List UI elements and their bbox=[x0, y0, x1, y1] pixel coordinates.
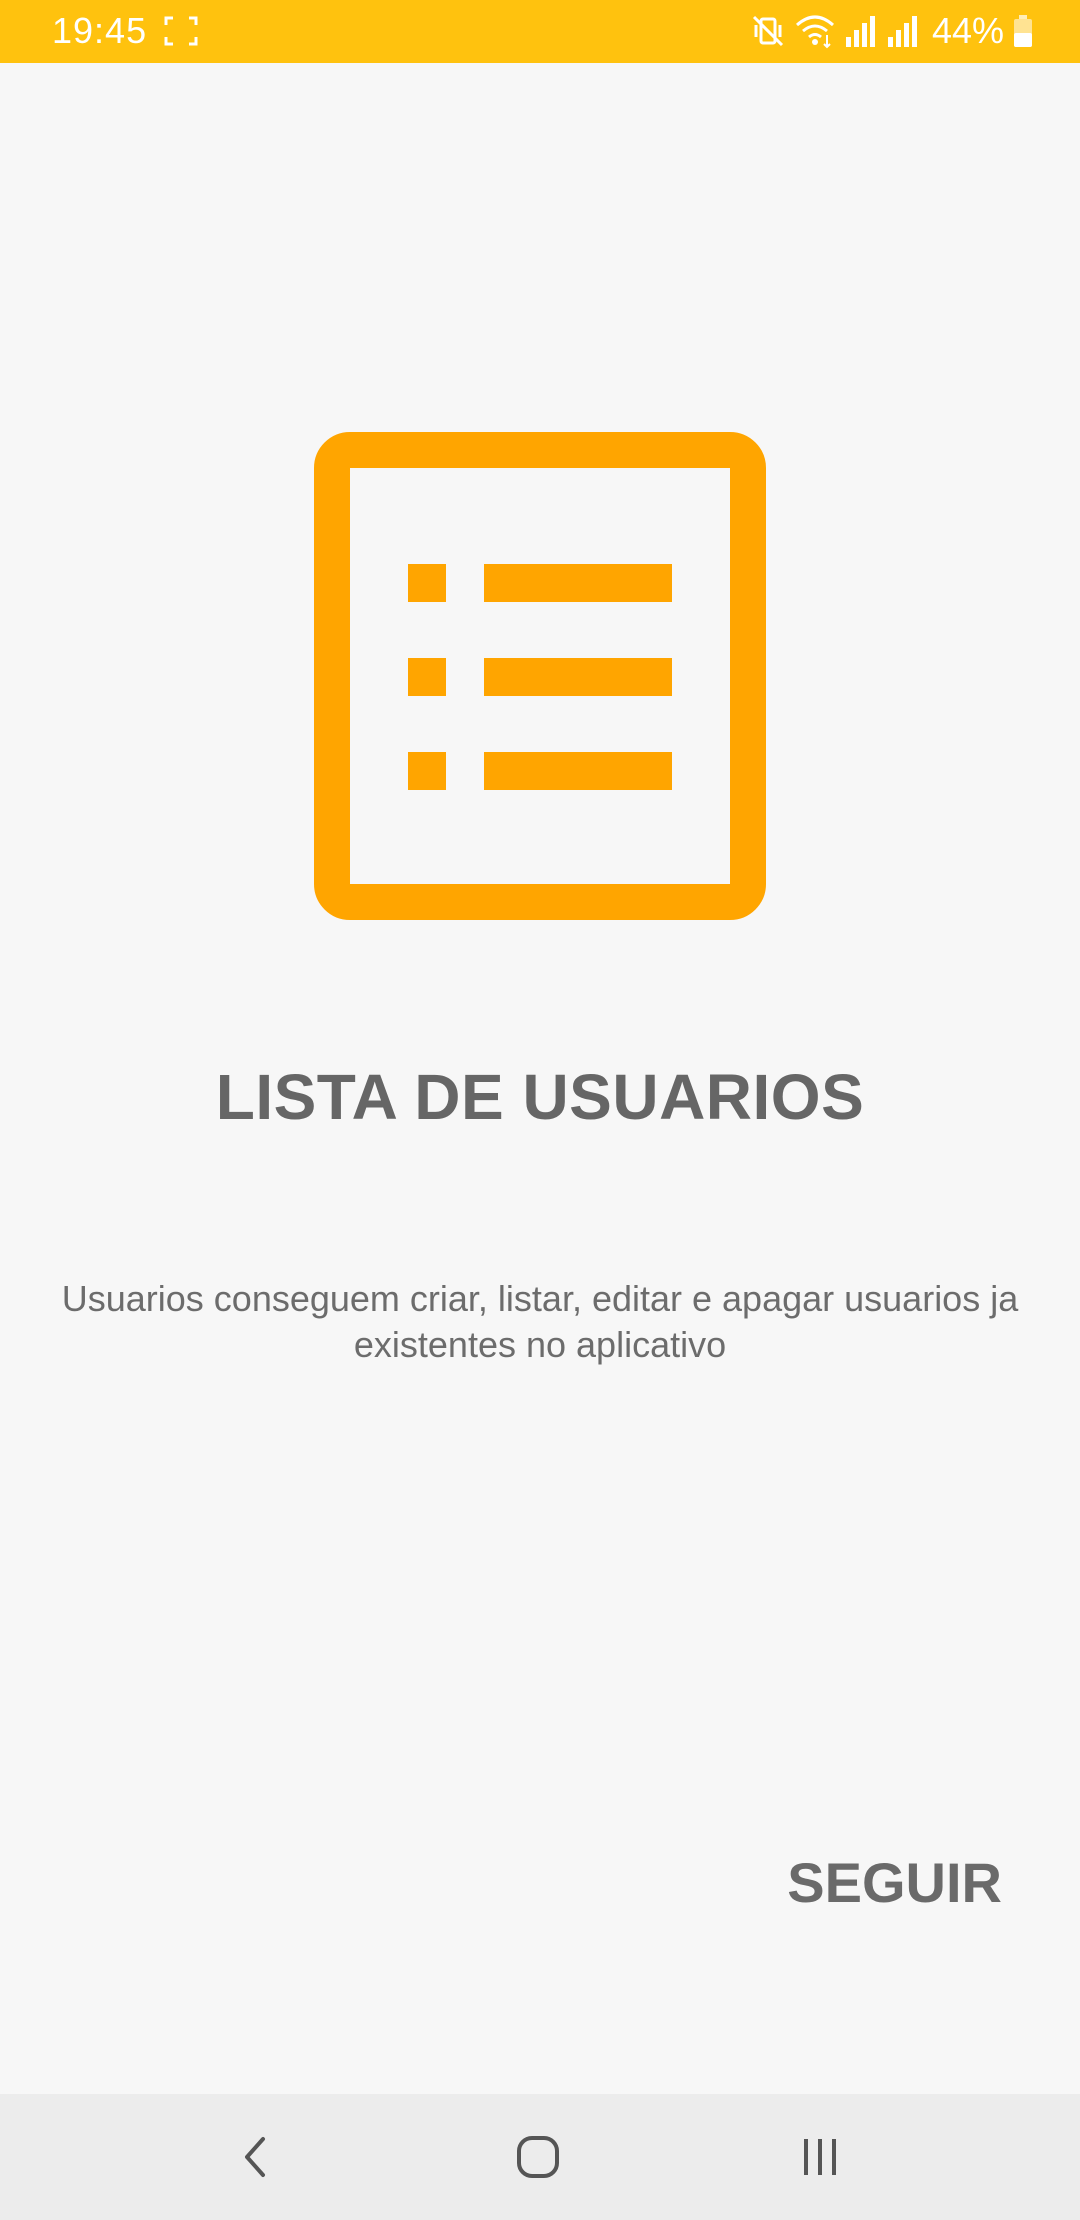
battery-percentage: 44% bbox=[931, 10, 1004, 51]
status-time: 19:45 bbox=[52, 10, 148, 51]
recents-button[interactable] bbox=[780, 2124, 860, 2190]
home-button[interactable] bbox=[498, 2124, 578, 2190]
page-description: Usuarios conseguem criar, listar, editar… bbox=[0, 1276, 1080, 1368]
status-icons: 44% bbox=[750, 10, 1034, 52]
home-icon bbox=[517, 2136, 559, 2178]
page-title: LISTA DE USUARIOS bbox=[215, 1061, 865, 1133]
battery-icon bbox=[1014, 15, 1032, 47]
recents-icon bbox=[804, 2139, 836, 2175]
navigation-bar bbox=[0, 2094, 1080, 2220]
back-icon bbox=[245, 2137, 265, 2177]
list-icon bbox=[314, 432, 766, 920]
next-button[interactable]: SEGUIR bbox=[787, 1850, 1002, 1915]
signal-icon bbox=[887, 16, 917, 47]
status-bar: 19:45 44% bbox=[0, 0, 1080, 63]
description-line-2: existentes no aplicativo bbox=[353, 1324, 727, 1365]
back-button[interactable] bbox=[216, 2124, 296, 2190]
screenshot-frame-icon bbox=[164, 16, 198, 46]
wifi-icon bbox=[795, 15, 834, 49]
mute-vibrate-icon bbox=[752, 15, 783, 47]
description-line-1: Usuarios conseguem criar, listar, editar… bbox=[61, 1278, 1019, 1319]
onboarding-screen: 19:45 44% LISTA DE USUARIOS Usuarios con… bbox=[0, 0, 1080, 2220]
signal-icon bbox=[845, 16, 875, 47]
